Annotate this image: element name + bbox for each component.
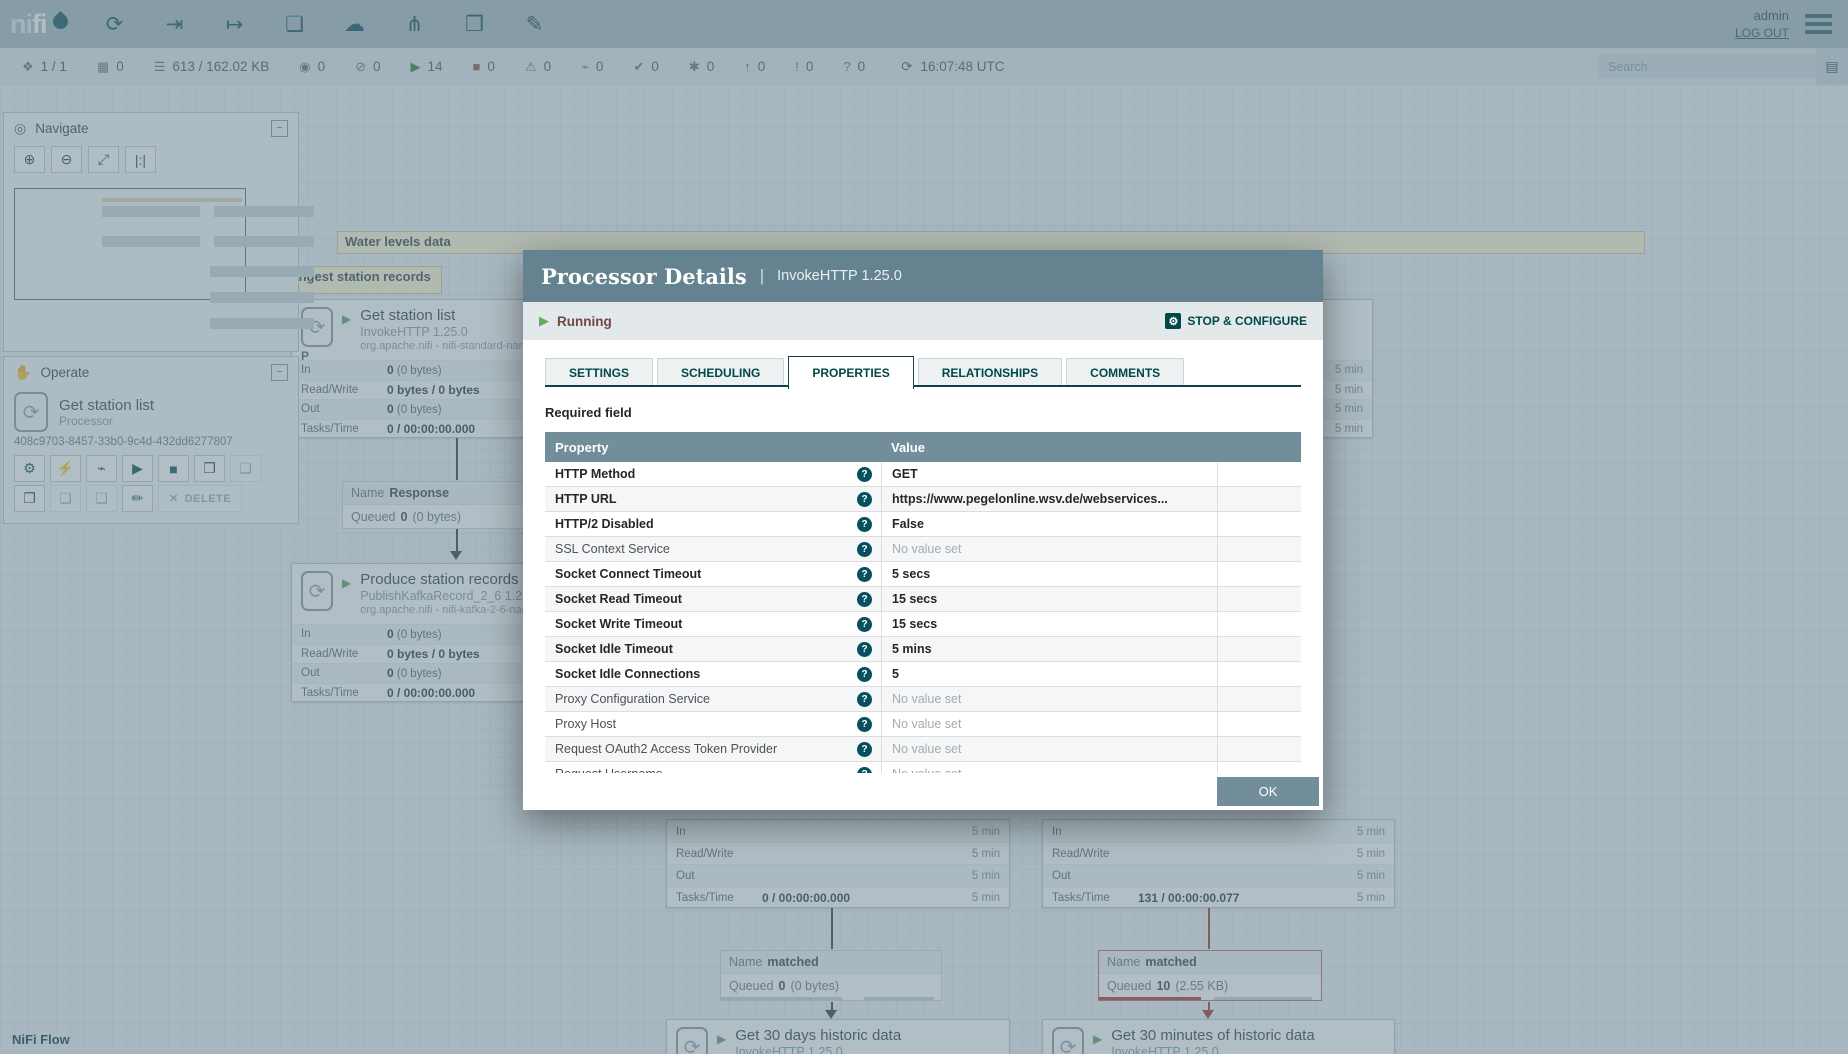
property-row: Socket Idle Timeout? 5 mins	[545, 637, 1301, 662]
property-name: SSL Context Service	[555, 542, 670, 556]
property-name: Socket Write Timeout	[555, 617, 683, 631]
dialog-tabs: SETTINGS SCHEDULING PROPERTIES RELATIONSHIP…	[545, 356, 1301, 389]
stop-and-configure-button[interactable]: ⚙ STOP & CONFIGURE	[1165, 313, 1307, 329]
tab-properties[interactable]: PROPERTIES	[788, 356, 914, 389]
property-name-cell: SSL Context Service?	[545, 537, 881, 561]
property-extra-cell	[1217, 662, 1301, 686]
property-name: Socket Idle Connections	[555, 667, 701, 681]
property-value-cell: False	[881, 512, 1217, 536]
property-value-cell: 15 secs	[881, 612, 1217, 636]
property-row: Request OAuth2 Access Token Provider? No …	[545, 737, 1301, 762]
property-name-cell: Proxy Configuration Service?	[545, 687, 881, 711]
help-icon[interactable]: ?	[857, 641, 872, 657]
dialog-title: Processor Details	[541, 263, 747, 289]
property-row: Socket Idle Connections? 5	[545, 662, 1301, 687]
help-icon[interactable]: ?	[857, 691, 872, 707]
property-extra-cell	[1217, 562, 1301, 586]
property-name-cell: Proxy Host?	[545, 712, 881, 736]
property-column-header: Property	[555, 439, 609, 455]
property-value-cell: No value set	[881, 712, 1217, 736]
property-name-cell: Socket Connect Timeout?	[545, 562, 881, 586]
property-value-cell: https://www.pegelonline.wsv.de/webservic…	[881, 487, 1217, 511]
gear-icon: ⚙	[1165, 313, 1182, 329]
property-extra-cell	[1217, 462, 1301, 486]
property-extra-cell	[1217, 512, 1301, 536]
property-row: Proxy Configuration Service? No value set	[545, 687, 1301, 712]
help-icon[interactable]: ?	[857, 766, 872, 773]
property-extra-cell	[1217, 537, 1301, 561]
help-icon[interactable]: ?	[857, 666, 872, 682]
property-value-cell: 5 secs	[881, 562, 1217, 586]
property-value-cell: No value set	[881, 737, 1217, 761]
property-value-cell: 15 secs	[881, 587, 1217, 611]
property-value-cell: 5 mins	[881, 637, 1217, 661]
property-row: HTTP/2 Disabled? False	[545, 512, 1301, 537]
property-name-cell: HTTP/2 Disabled?	[545, 512, 881, 536]
help-icon[interactable]: ?	[857, 566, 872, 582]
property-name-cell: Socket Idle Timeout?	[545, 637, 881, 661]
ok-button[interactable]: OK	[1217, 777, 1319, 806]
help-icon[interactable]: ?	[857, 491, 872, 507]
property-name-cell: HTTP Method?	[545, 462, 881, 486]
property-name: HTTP URL	[555, 492, 617, 506]
property-name: Socket Connect Timeout	[555, 567, 702, 581]
help-icon[interactable]: ?	[857, 516, 872, 532]
tab-comments[interactable]: COMMENTS	[1066, 358, 1185, 387]
property-extra-cell	[1217, 487, 1301, 511]
property-row: SSL Context Service? No value set	[545, 537, 1301, 562]
help-icon[interactable]: ?	[857, 616, 872, 632]
tab-scheduling[interactable]: SCHEDULING	[657, 358, 785, 387]
property-name-cell: HTTP URL?	[545, 487, 881, 511]
property-value-cell: No value set	[881, 687, 1217, 711]
property-name: Socket Idle Timeout	[555, 642, 673, 656]
help-icon[interactable]: ?	[857, 591, 872, 607]
property-extra-cell	[1217, 612, 1301, 636]
tab-relationships[interactable]: RELATIONSHIPS	[917, 358, 1063, 387]
property-name: HTTP Method	[555, 467, 636, 481]
property-name: Proxy Host	[555, 717, 617, 731]
property-value-cell: 5	[881, 662, 1217, 686]
property-row: HTTP URL? https://www.pegelonline.wsv.de/…	[545, 487, 1301, 512]
required-field-note: Required field	[545, 405, 632, 420]
property-name: Request Username	[555, 767, 663, 773]
property-name: Socket Read Timeout	[555, 592, 682, 606]
property-extra-cell	[1217, 762, 1301, 773]
property-name: HTTP/2 Disabled	[555, 517, 654, 531]
properties-table-header: Property Value	[545, 432, 1301, 462]
property-extra-cell	[1217, 712, 1301, 736]
help-icon[interactable]: ?	[857, 741, 872, 757]
property-extra-cell	[1217, 687, 1301, 711]
property-name-cell: Socket Idle Connections?	[545, 662, 881, 686]
processor-details-dialog: Processor Details | InvokeHTTP 1.25.0 ▶ …	[523, 250, 1323, 810]
properties-table: HTTP Method? GET HTTP URL? https://www.pege…	[545, 462, 1301, 773]
running-icon: ▶	[539, 313, 549, 328]
property-name-cell: Socket Read Timeout?	[545, 587, 881, 611]
property-extra-cell	[1217, 737, 1301, 761]
dialog-header: Processor Details | InvokeHTTP 1.25.0	[523, 250, 1323, 302]
value-column-header: Value	[891, 439, 925, 455]
property-name-cell: Socket Write Timeout?	[545, 612, 881, 636]
run-status-text: Running	[557, 313, 612, 329]
dialog-subtitle: InvokeHTTP 1.25.0	[777, 268, 902, 284]
processor-status-row: ▶ Running ⚙ STOP & CONFIGURE	[523, 302, 1323, 340]
property-value-cell: GET	[881, 462, 1217, 486]
property-row: Request Username?No value set	[545, 762, 1301, 773]
property-row: HTTP Method? GET	[545, 462, 1301, 487]
property-value-cell: No value set	[881, 537, 1217, 561]
tab-settings[interactable]: SETTINGS	[545, 358, 654, 387]
property-name: Proxy Configuration Service	[555, 692, 710, 706]
help-icon[interactable]: ?	[857, 716, 872, 732]
property-value-cell: No value set	[881, 762, 1217, 773]
property-row: Proxy Host? No value set	[545, 712, 1301, 737]
property-name-cell: Request OAuth2 Access Token Provider?	[545, 737, 881, 761]
property-name-cell: Request Username?	[545, 762, 881, 773]
help-icon[interactable]: ?	[857, 466, 872, 482]
property-extra-cell	[1217, 587, 1301, 611]
property-extra-cell	[1217, 637, 1301, 661]
property-row: Socket Connect Timeout? 5 secs	[545, 562, 1301, 587]
property-name: Request OAuth2 Access Token Provider	[555, 742, 778, 756]
property-row: Socket Write Timeout? 15 secs	[545, 612, 1301, 637]
help-icon[interactable]: ?	[857, 541, 872, 557]
property-row: Socket Read Timeout? 15 secs	[545, 587, 1301, 612]
